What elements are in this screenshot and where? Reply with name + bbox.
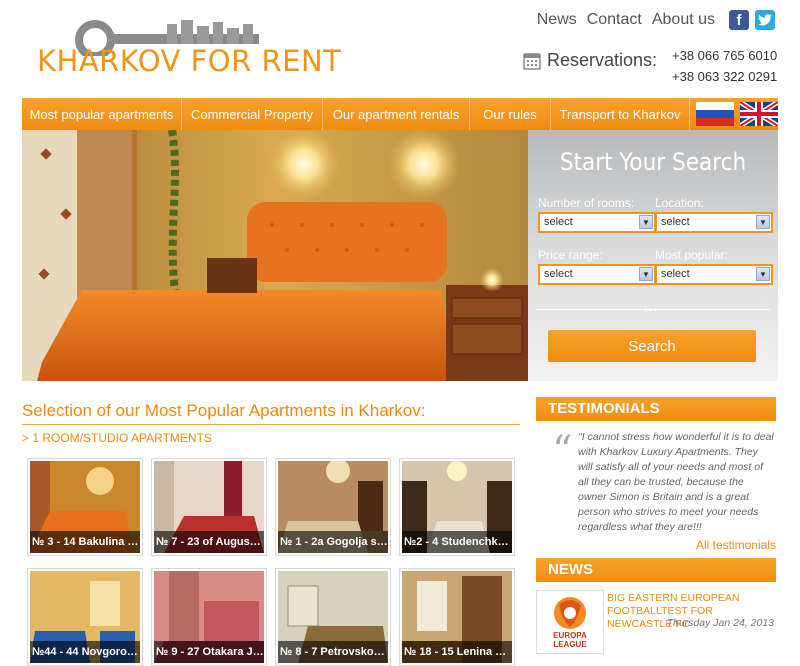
apartment-card[interactable]: № 7 - 23 of August str... — [151, 458, 267, 556]
apartment-caption: № 3 - 14 Bakulina str., ... — [30, 531, 140, 553]
location-select[interactable]: select ▼ — [655, 212, 773, 233]
europa-logo-word: EUROPA — [553, 631, 587, 640]
testimonial-text: "I cannot stress how wonderful it is to … — [578, 431, 774, 533]
league-logo-word: LEAGUE — [553, 640, 587, 649]
reservations: Reservations: — [523, 50, 657, 71]
apartment-card[interactable]: № 3 - 14 Bakulina str., ... — [27, 458, 143, 556]
popular-select[interactable]: select ▼ — [655, 264, 773, 285]
nav-about-link[interactable]: About us — [652, 11, 715, 29]
facebook-icon[interactable]: f — [729, 10, 749, 30]
phone-number[interactable]: +38 066 765 6010 — [672, 45, 777, 66]
location-select-value: select — [661, 216, 690, 228]
rooms-select[interactable]: select ▼ — [538, 212, 656, 233]
nav-rules[interactable]: Our rules — [470, 98, 551, 130]
apartment-card[interactable]: № 9 - 27 Otakara Jaros... — [151, 568, 267, 666]
location-label: Location: — [655, 196, 704, 210]
apartment-caption: № 7 - 23 of August str... — [154, 531, 264, 553]
twitter-icon[interactable] — [755, 10, 775, 30]
rooms-select-value: select — [544, 216, 573, 228]
search-title: Start Your Search — [559, 148, 747, 176]
selection-divider — [22, 424, 520, 425]
chevron-down-icon: ▼ — [639, 267, 653, 281]
studio-apartments-link[interactable]: > 1 ROOM/STUDIO APARTMENTS — [22, 431, 212, 445]
hero-bedroom-image — [22, 130, 528, 381]
calendar-icon — [523, 52, 541, 70]
chevron-down-icon: ▼ — [756, 215, 770, 229]
apartment-card[interactable]: № 1 - 2a Gogolja str., S... — [275, 458, 391, 556]
price-label: Price range: — [538, 248, 603, 262]
testimonials-heading: TESTIMONIALS — [536, 397, 776, 421]
phone-numbers: +38 066 765 6010 +38 063 322 0291 — [672, 45, 777, 87]
quote-icon: “ — [552, 428, 573, 474]
news-item-date: Thursday Jan 24, 2013 — [666, 617, 774, 629]
europa-league-logo[interactable]: EUROPA LEAGUE — [536, 590, 604, 654]
apartment-caption: № 1 - 2a Gogolja str., S... — [278, 531, 388, 553]
search-button[interactable]: Search — [548, 330, 756, 362]
apartment-photo: № 18 - 15 Lenina ave... — [402, 571, 512, 663]
nav-rentals[interactable]: Our apartment rentals — [323, 98, 470, 130]
twitter-bird-icon — [758, 14, 772, 26]
all-testimonials-link[interactable]: All testimonials — [696, 538, 776, 552]
apartment-photo: № 9 - 27 Otakara Jaros... — [154, 571, 264, 663]
search-panel: Start Your Search Number of rooms: selec… — [528, 130, 778, 381]
apartment-card[interactable]: №44 - 44 Novgorodsk... — [27, 568, 143, 666]
apartment-photo: № 7 - 23 of August str... — [154, 461, 264, 553]
phone-number[interactable]: +38 063 322 0291 — [672, 66, 777, 87]
chevron-down-icon: ▼ — [756, 267, 770, 281]
apartment-photo: № 3 - 14 Bakulina str., ... — [30, 461, 140, 553]
selection-title: Selection of our Most Popular Apartments… — [22, 401, 426, 420]
chevron-down-icon: ▼ — [639, 215, 653, 229]
apartment-photo: №44 - 44 Novgorodsk... — [30, 571, 140, 663]
news-heading: NEWS — [536, 558, 776, 582]
russian-flag-icon[interactable] — [696, 102, 734, 126]
top-navigation: News Contact About us f — [537, 10, 775, 30]
rooms-label: Number of rooms: — [538, 196, 635, 210]
divider-dots: ••• — [644, 305, 658, 316]
site-logo[interactable]: KHARKOV FOR RENT — [35, 10, 341, 85]
apartment-card[interactable]: № 8 - 7 Petrovskogo s... — [275, 568, 391, 666]
main-navigation: Most popular apartments Commercial Prope… — [22, 98, 778, 130]
popular-label: Most popular: — [655, 248, 728, 262]
nav-transport[interactable]: Transport to Kharkov — [551, 98, 690, 130]
nav-news-link[interactable]: News — [537, 11, 577, 29]
popular-select-value: select — [661, 268, 690, 280]
reservations-label: Reservations: — [547, 50, 658, 70]
apartment-card[interactable]: №2 - 4 Studenchkaja s... — [399, 458, 515, 556]
apartment-photo: № 8 - 7 Petrovskogo s... — [278, 571, 388, 663]
logo-text: KHARKOV FOR RENT — [37, 44, 342, 78]
apartment-photo: №2 - 4 Studenchkaja s... — [402, 461, 512, 553]
apartment-card[interactable]: № 18 - 15 Lenina ave... — [399, 568, 515, 666]
price-select[interactable]: select ▼ — [538, 264, 656, 285]
apartment-caption: №2 - 4 Studenchkaja s... — [402, 531, 512, 553]
price-select-value: select — [544, 268, 573, 280]
nav-most-popular[interactable]: Most popular apartments — [22, 98, 182, 130]
uk-flag-icon[interactable] — [740, 102, 778, 126]
apartment-photo: № 1 - 2a Gogolja str., S... — [278, 461, 388, 553]
nav-contact-link[interactable]: Contact — [587, 11, 642, 29]
nav-commercial[interactable]: Commercial Property — [182, 98, 323, 130]
